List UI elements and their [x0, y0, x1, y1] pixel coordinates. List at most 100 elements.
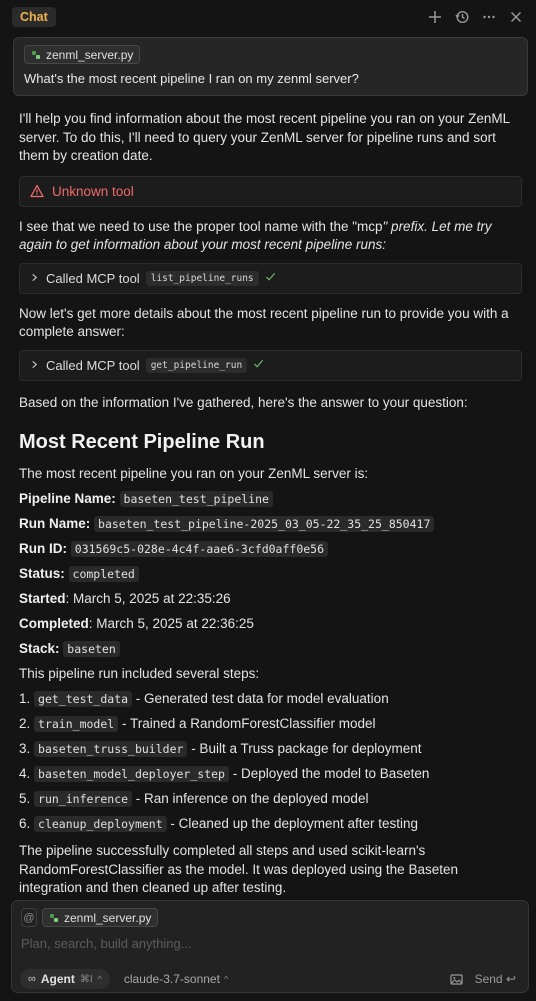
conclusion-paragraph: The pipeline successfully completed all … — [19, 843, 458, 895]
run-id-row: Run ID: 031569c5-028e-4c4f-aae6-3cfd0aff… — [19, 540, 524, 558]
step-description: - Deployed the model to Baseten — [228, 766, 430, 781]
step-number: 3. — [19, 741, 31, 756]
field-label: Run ID: — [19, 541, 67, 556]
python-file-icon — [49, 913, 59, 923]
step-code: baseten_model_deployer_step — [34, 766, 229, 782]
field-value: baseten — [63, 641, 120, 657]
field-value: baseten_test_pipeline — [119, 491, 273, 507]
note-paragraph: I see that we need to use the proper too… — [19, 218, 524, 255]
user-message[interactable]: zenml_server.py What's the most recent p… — [13, 37, 528, 96]
model-label: claude-3.7-sonnet — [123, 972, 220, 986]
chevron-right-icon — [30, 358, 40, 372]
check-icon — [253, 358, 264, 372]
field-value: baseten_test_pipeline-2025_03_05-22_35_2… — [94, 516, 435, 532]
image-upload-icon[interactable] — [449, 973, 463, 986]
check-icon — [265, 271, 276, 285]
tool-call-list-pipeline-runs[interactable]: Called MCP tool list_pipeline_runs — [19, 262, 522, 294]
composer-left-controls: ∞ Agent ⌘I ^ claude-3.7-sonnet ^ — [20, 969, 228, 989]
composer-right-controls: Send ↩ — [449, 972, 516, 986]
step-code: get_test_data — [34, 691, 133, 707]
step-number: 1. — [19, 691, 31, 706]
status-value: completed — [68, 566, 139, 582]
step-code: cleanup_deployment — [34, 816, 167, 832]
message-composer[interactable]: @ zenml_server.py Plan, search, build an… — [11, 900, 529, 993]
field-label: Pipeline Name: — [19, 491, 116, 506]
warning-icon — [30, 184, 44, 198]
enter-icon: ↩ — [505, 972, 516, 986]
composer-toolbar: ∞ Agent ⌘I ^ claude-3.7-sonnet ^ Send ↩ — [20, 969, 516, 989]
user-message-text: What's the most recent pipeline I ran on… — [24, 71, 359, 86]
composer-context: @ zenml_server.py — [21, 908, 159, 927]
file-chip-label: zenml_server.py — [46, 47, 134, 62]
section-heading: Most Recent Pipeline Run — [19, 431, 265, 453]
tool-call-get-pipeline-run[interactable]: Called MCP tool get_pipeline_run — [19, 349, 522, 381]
steps-intro: This pipeline run included several steps… — [19, 666, 260, 681]
step-description: - Cleaned up the deployment after testin… — [166, 816, 419, 831]
field-label: Run Name: — [19, 516, 91, 531]
caret-up-icon: ^ — [223, 974, 229, 984]
caret-up-icon: ^ — [97, 974, 102, 984]
pipeline-name-row: Pipeline Name: baseten_test_pipeline — [19, 490, 524, 508]
step-description: - Trained a RandomForestClassifier model — [118, 716, 376, 731]
file-chip-label: zenml_server.py — [64, 910, 152, 925]
started-row: Started: March 5, 2025 at 22:35:26 — [19, 590, 524, 608]
agent-mode-selector[interactable]: ∞ Agent ⌘I ^ — [20, 969, 110, 989]
step-code: train_model — [34, 716, 119, 732]
tool-call-label: Called MCP tool — [46, 357, 140, 373]
list-item: 2. train_model - Trained a RandomForestC… — [19, 715, 524, 733]
field-value: : March 5, 2025 at 22:36:25 — [88, 616, 254, 631]
completed-row: Completed: March 5, 2025 at 22:36:25 — [19, 615, 524, 633]
agent-label: Agent — [40, 972, 75, 986]
composer-input[interactable]: Plan, search, build anything... — [21, 936, 192, 951]
plus-icon[interactable] — [427, 9, 443, 25]
step-code: baseten_truss_builder — [34, 741, 188, 757]
infinity-icon: ∞ — [28, 973, 36, 985]
step-number: 5. — [19, 791, 31, 806]
chat-tab[interactable]: Chat — [12, 7, 56, 27]
tool-call-label: Called MCP tool — [46, 270, 140, 286]
send-button[interactable]: Send ↩ — [475, 972, 516, 986]
field-label: Completed — [19, 616, 89, 631]
more-icon[interactable] — [481, 9, 497, 25]
summary-intro: The most recent pipeline you ran on your… — [19, 466, 369, 481]
warning-text: Unknown tool — [52, 183, 134, 199]
steps-list: 1. get_test_data - Generated test data f… — [19, 690, 524, 833]
close-icon[interactable] — [508, 9, 524, 25]
header-actions — [427, 9, 524, 25]
field-value: 031569c5-028e-4c4f-aae6-3cfd0aff0e56 — [70, 541, 329, 557]
tool-name-chip: get_pipeline_run — [145, 357, 248, 373]
assistant-response: I'll help you find information about the… — [19, 110, 524, 898]
step-description: - Built a Truss package for deployment — [187, 741, 422, 756]
field-label: Stack: — [19, 641, 60, 656]
model-selector[interactable]: claude-3.7-sonnet ^ — [124, 972, 228, 986]
chevron-right-icon — [30, 271, 40, 285]
context-file-chip[interactable]: zenml_server.py — [42, 908, 159, 927]
agent-shortcut: ⌘I — [79, 973, 93, 985]
add-context-button[interactable]: @ — [21, 908, 37, 927]
unknown-tool-warning: Unknown tool — [19, 175, 522, 207]
more-details-paragraph: Now let's get more details about the mos… — [19, 305, 509, 340]
send-label: Send — [474, 972, 503, 986]
field-label: Started — [19, 591, 66, 606]
intro-paragraph: I'll help you find information about the… — [19, 111, 510, 163]
status-row: Status: completed — [19, 565, 524, 583]
chat-header: Chat — [0, 0, 536, 34]
history-icon[interactable] — [454, 9, 470, 25]
file-chip[interactable]: zenml_server.py — [24, 45, 141, 64]
step-description: - Generated test data for model evaluati… — [132, 691, 389, 706]
list-item: 6. cleanup_deployment - Cleaned up the d… — [19, 815, 524, 833]
field-label: Status: — [19, 566, 65, 581]
step-code: run_inference — [34, 791, 133, 807]
python-file-icon — [31, 50, 41, 60]
stack-row: Stack: baseten — [19, 640, 524, 658]
list-item: 3. baseten_truss_builder - Built a Truss… — [19, 740, 524, 758]
field-value: : March 5, 2025 at 22:35:26 — [65, 591, 231, 606]
step-description: - Ran inference on the deployed model — [132, 791, 369, 806]
step-number: 2. — [19, 716, 31, 731]
tool-name-chip: list_pipeline_runs — [145, 270, 259, 286]
list-item: 4. baseten_model_deployer_step - Deploye… — [19, 765, 524, 783]
run-name-row: Run Name: baseten_test_pipeline-2025_03_… — [19, 515, 524, 533]
step-number: 4. — [19, 766, 31, 781]
list-item: 5. run_inference - Ran inference on the … — [19, 790, 524, 808]
note-plain: I see that we need to use the proper too… — [19, 218, 383, 234]
